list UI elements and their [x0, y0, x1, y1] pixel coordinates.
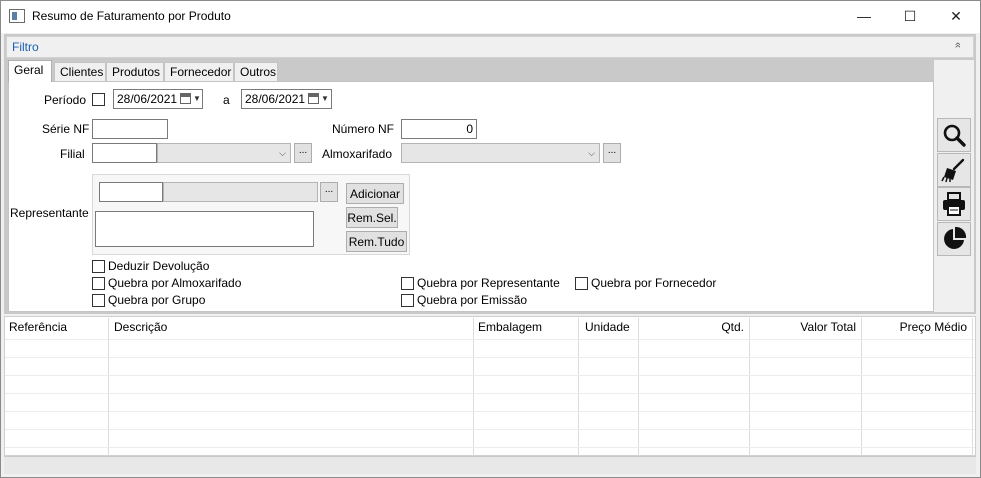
- filial-code-input[interactable]: [92, 143, 157, 163]
- tab-outros[interactable]: Outros: [234, 62, 278, 81]
- serie-nf-input[interactable]: [92, 119, 168, 139]
- representante-name-input: [163, 182, 318, 202]
- column-header-referencia[interactable]: Referência: [9, 320, 67, 334]
- close-button[interactable]: ✕: [933, 0, 979, 32]
- serie-nf-label: Série NF: [42, 122, 90, 136]
- periodo-separator: a: [223, 93, 230, 107]
- quebra-emissao-checkbox[interactable]: [401, 294, 414, 307]
- quebra-representante-label[interactable]: Quebra por Representante: [417, 276, 560, 290]
- calendar-icon[interactable]: [308, 93, 319, 104]
- dropdown-arrow-icon[interactable]: ▼: [321, 94, 329, 103]
- remover-selecionado-button[interactable]: Rem.Sel.: [346, 207, 398, 228]
- periodo-to-date[interactable]: 28/06/2021 ▼: [241, 89, 332, 109]
- representante-label: Representante: [10, 206, 89, 220]
- periodo-label: Período: [44, 93, 87, 107]
- periodo-from-value: 28/06/2021: [117, 92, 178, 106]
- tab-geral[interactable]: Geral: [8, 60, 52, 82]
- row-divider: [5, 411, 975, 412]
- filial-label: Filial: [60, 147, 85, 161]
- status-bar: [4, 456, 976, 474]
- print-icon: [943, 192, 965, 216]
- column-header-embalagem[interactable]: Embalagem: [478, 320, 542, 334]
- filial-search-button[interactable]: ...: [294, 143, 312, 163]
- collapse-chevron-icon[interactable]: »: [952, 42, 964, 48]
- deduzir-devolucao-checkbox[interactable]: [92, 260, 105, 273]
- chart-button[interactable]: [937, 222, 971, 256]
- quebra-fornecedor-checkbox[interactable]: [575, 277, 588, 290]
- chevron-down-icon[interactable]: ⌵: [588, 148, 595, 159]
- quebra-emissao-label[interactable]: Quebra por Emissão: [417, 293, 527, 307]
- pie-chart-icon: [944, 226, 967, 249]
- app-window-icon: [9, 9, 25, 23]
- representante-list[interactable]: [95, 211, 314, 247]
- tab-produtos[interactable]: Produtos: [106, 62, 164, 81]
- numero-nf-input[interactable]: 0: [401, 119, 477, 139]
- quebra-almoxarifado-label[interactable]: Quebra por Almoxarifado: [108, 276, 241, 290]
- column-header-preco-medio[interactable]: Preço Médio: [866, 320, 967, 334]
- quebra-grupo-checkbox[interactable]: [92, 294, 105, 307]
- dropdown-arrow-icon[interactable]: ▼: [193, 94, 201, 103]
- chevron-down-icon[interactable]: ⌵: [279, 148, 286, 159]
- deduzir-devolucao-label[interactable]: Deduzir Devolução: [108, 259, 209, 273]
- calendar-icon[interactable]: [180, 93, 191, 104]
- numero-nf-label: Número NF: [332, 122, 395, 136]
- maximize-button[interactable]: ☐: [887, 0, 933, 32]
- almoxarifado-label: Almoxarifado: [322, 147, 393, 161]
- column-header-unidade[interactable]: Unidade: [585, 320, 630, 334]
- filter-header[interactable]: [6, 36, 974, 58]
- quebra-grupo-label[interactable]: Quebra por Grupo: [108, 293, 205, 307]
- almoxarifado-search-button[interactable]: ...: [603, 143, 621, 163]
- clear-broom-icon: [941, 158, 965, 183]
- row-divider: [5, 375, 975, 376]
- row-divider: [5, 429, 975, 430]
- column-header-descricao[interactable]: Descrição: [114, 320, 167, 334]
- clear-filters-button[interactable]: [937, 153, 971, 187]
- periodo-to-value: 28/06/2021: [245, 92, 306, 106]
- filter-title: Filtro: [12, 40, 39, 54]
- row-divider: [5, 339, 975, 340]
- row-divider: [5, 357, 975, 358]
- results-grid[interactable]: [4, 316, 976, 456]
- search-button[interactable]: [937, 118, 971, 152]
- filial-name-combo[interactable]: ⌵: [157, 143, 291, 163]
- tab-fornecedor[interactable]: Fornecedor: [164, 62, 234, 81]
- representante-code-input[interactable]: [99, 182, 163, 202]
- window-title: Resumo de Faturamento por Produto: [32, 9, 231, 23]
- representante-search-button[interactable]: ...: [320, 182, 338, 202]
- minimize-button[interactable]: —: [841, 0, 887, 32]
- quebra-fornecedor-label[interactable]: Quebra por Fornecedor: [591, 276, 716, 290]
- search-icon: [943, 124, 966, 147]
- tab-clientes[interactable]: Clientes: [54, 62, 106, 81]
- print-button[interactable]: [937, 187, 971, 221]
- quebra-almoxarifado-checkbox[interactable]: [92, 277, 105, 290]
- column-header-valor-total[interactable]: Valor Total: [754, 320, 856, 334]
- adicionar-button[interactable]: Adicionar: [346, 183, 404, 204]
- column-header-quantidade[interactable]: Qtd.: [643, 320, 744, 334]
- remover-tudo-button[interactable]: Rem.Tudo: [346, 231, 407, 252]
- periodo-checkbox[interactable]: [92, 93, 105, 106]
- row-divider: [5, 393, 975, 394]
- periodo-from-date[interactable]: 28/06/2021 ▼: [113, 89, 203, 109]
- quebra-representante-checkbox[interactable]: [401, 277, 414, 290]
- almoxarifado-combo[interactable]: ⌵: [401, 143, 600, 163]
- row-divider: [5, 447, 975, 448]
